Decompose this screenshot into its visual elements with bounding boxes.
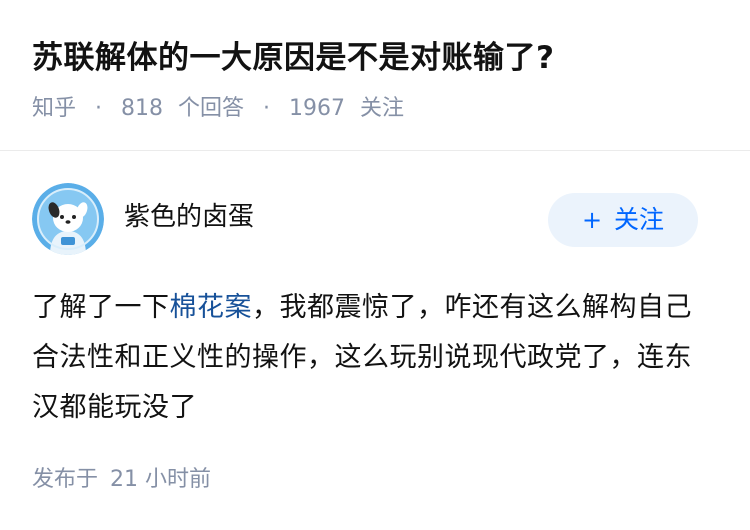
source-label: 知乎	[32, 96, 77, 121]
avatar[interactable]	[32, 183, 104, 255]
meta-separator: ·	[95, 96, 103, 121]
follower-count: 1967	[289, 96, 346, 121]
follower-count-label: 关注	[360, 96, 405, 121]
question-header: 苏联解体的一大原因是不是对账输了? 知乎 · 818 个回答 · 1967 关注	[0, 0, 750, 150]
meta-separator: ·	[263, 96, 271, 121]
author-name[interactable]: 紫色的卤蛋	[124, 199, 254, 235]
answer-keyword-link[interactable]: 棉花案	[170, 292, 253, 323]
cartoon-dog-avatar-icon	[32, 183, 104, 255]
answer-card: 紫色的卤蛋 + 关注 了解了一下棉花案，我都震惊了，咋还有这么解构自己合法性和正义…	[0, 151, 750, 530]
follow-button-label: 关注	[614, 205, 665, 234]
answer-text-start: 了解了一下	[32, 292, 170, 323]
follow-button[interactable]: + 关注	[548, 193, 698, 247]
answer-content: 了解了一下棉花案，我都震惊了，咋还有这么解构自己合法性和正义性的操作，这么玩别说…	[32, 283, 712, 433]
publish-time-value: 21 小时前	[110, 467, 212, 492]
publish-time: 发布于 21 小时前	[32, 465, 211, 495]
question-meta: 知乎 · 818 个回答 · 1967 关注	[32, 94, 404, 124]
publish-label: 发布于	[32, 467, 99, 492]
plus-icon: +	[581, 206, 603, 234]
question-title[interactable]: 苏联解体的一大原因是不是对账输了?	[32, 36, 554, 80]
answer-count-label: 个回答	[178, 96, 245, 121]
answer-count: 818	[121, 96, 164, 121]
